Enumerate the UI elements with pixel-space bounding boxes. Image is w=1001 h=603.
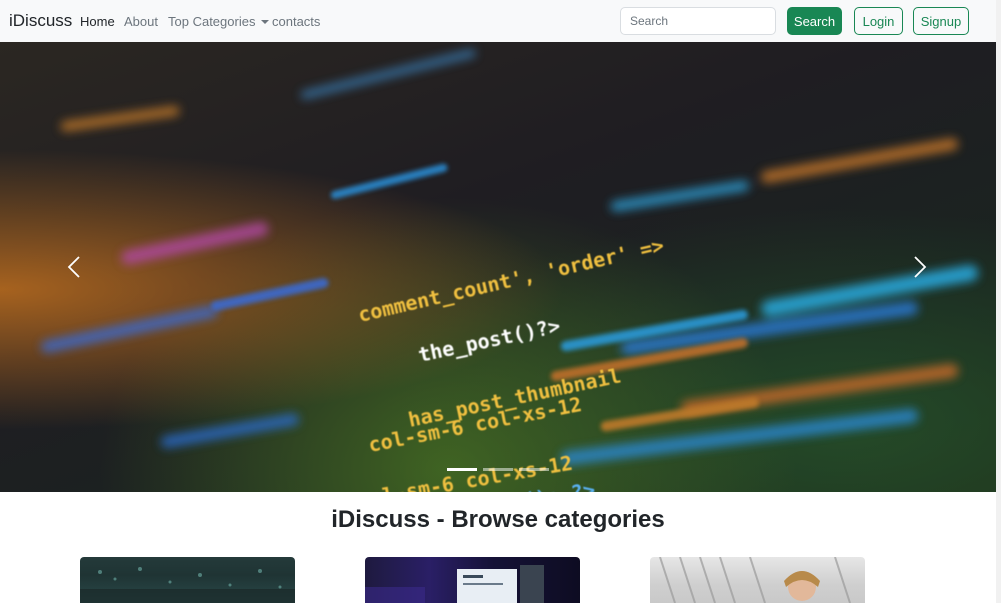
- card-image-art: [365, 565, 544, 603]
- signup-button[interactable]: Signup: [913, 7, 969, 35]
- chevron-right-icon: [914, 256, 927, 278]
- carousel-slide-image: comment_count', 'order' => the_post()?> …: [41, 49, 979, 492]
- nav-dropdown-top-categories[interactable]: Top Categories: [168, 14, 270, 29]
- brand-logo[interactable]: iDiscuss: [9, 11, 72, 31]
- code-line-2: the_post()?>: [416, 313, 562, 367]
- category-card-image[interactable]: [365, 557, 580, 603]
- caret-down-icon: [261, 20, 270, 24]
- navbar: iDiscuss Home About Top Categories conta…: [0, 0, 996, 42]
- carousel-indicator-1[interactable]: [447, 468, 477, 471]
- login-button[interactable]: Login: [854, 7, 903, 35]
- search-input[interactable]: [620, 7, 776, 35]
- carousel-indicator-2[interactable]: [483, 468, 513, 471]
- page-scrollbar[interactable]: [996, 0, 1001, 603]
- carousel-prev-button[interactable]: [54, 252, 94, 282]
- nav-link-home[interactable]: Home: [80, 14, 115, 29]
- chevron-left-icon: [67, 256, 80, 278]
- hero-carousel: comment_count', 'order' => the_post()?> …: [0, 42, 996, 492]
- card-image-art: [80, 567, 295, 603]
- nav-link-contacts[interactable]: contacts: [272, 14, 320, 29]
- carousel-indicators: [0, 468, 996, 478]
- category-card-image[interactable]: [80, 557, 295, 603]
- card-image-art: [659, 557, 851, 603]
- carousel-indicator-3[interactable]: [519, 468, 549, 471]
- search-button[interactable]: Search: [787, 7, 842, 35]
- nav-link-about[interactable]: About: [124, 14, 158, 29]
- nav-dropdown-label: Top Categories: [168, 14, 256, 29]
- category-card-image[interactable]: [650, 557, 865, 603]
- carousel-next-button[interactable]: [900, 252, 940, 282]
- code-line-1: comment_count', 'order' =>: [356, 233, 666, 327]
- section-title: iDiscuss - Browse categories: [331, 506, 665, 533]
